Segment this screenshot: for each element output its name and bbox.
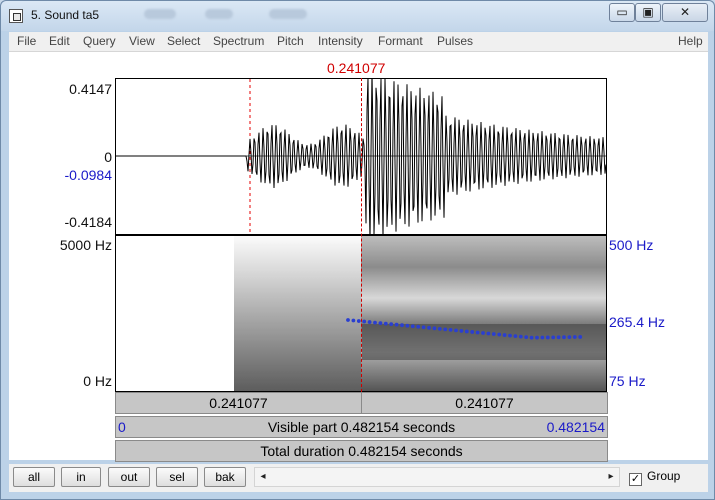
pitch-point [432, 326, 437, 331]
menu-pulses[interactable]: Pulses [437, 34, 473, 48]
pitch-point [551, 335, 556, 340]
pitch-point [540, 335, 545, 340]
group-checkbox[interactable]: ✓ [629, 473, 642, 486]
pitch-point [410, 324, 415, 329]
pitch-point [400, 323, 404, 328]
selection-time-row: 0.241077 0.241077 [115, 392, 608, 414]
pitch-point [427, 325, 431, 330]
pitch-top-label: 500 Hz [609, 237, 654, 253]
zoom-back-button[interactable]: bak [204, 467, 246, 487]
pitch-point [421, 325, 426, 330]
blurred-title-text [205, 9, 233, 19]
menu-pitch[interactable]: Pitch [277, 34, 304, 48]
pitch-point [351, 318, 356, 323]
pitch-point [529, 335, 534, 340]
visible-part-label: Visible part 0.482154 seconds [267, 419, 456, 435]
zoom-all-button[interactable]: all [13, 467, 55, 487]
title-bar[interactable]: 5. Sound ta5 ▭ ▣ ✕ [1, 1, 714, 31]
pitch-point [572, 335, 577, 339]
waveform-zero-label: 0 [104, 149, 112, 165]
pitch-current-label: 265.4 Hz [609, 314, 666, 330]
pitch-point [373, 320, 377, 325]
time-scrollbar[interactable]: ◂ ▸ [254, 467, 620, 487]
pitch-point [459, 329, 464, 333]
pitch-point [513, 334, 518, 339]
pitch-point [578, 335, 583, 339]
pitch-point [378, 321, 383, 326]
left-segment-duration[interactable]: 0.241077 [116, 393, 362, 413]
menu-bar: File Edit Query View Select Spectrum Pit… [9, 32, 708, 52]
spectrogram-bottom-label: 0 Hz [83, 373, 112, 389]
total-duration-label: Total duration 0.482154 seconds [260, 443, 463, 459]
praat-sound-window: 5. Sound ta5 ▭ ▣ ✕ File Edit Query View … [0, 0, 715, 500]
pitch-point [470, 330, 475, 334]
pitch-point [524, 335, 529, 340]
waveform-min-label: -0.4184 [64, 214, 112, 230]
zoom-in-button[interactable]: in [61, 467, 101, 487]
pitch-point [383, 321, 388, 326]
menu-formant[interactable]: Formant [378, 34, 423, 48]
pitch-point [486, 331, 491, 336]
close-button[interactable]: ✕ [662, 3, 708, 22]
bottom-toolbar: all in out sel bak ◂ ▸ ✓ Group [9, 464, 708, 492]
pitch-point [389, 322, 394, 327]
pitch-point [502, 333, 507, 337]
group-option[interactable]: ✓ Group [629, 469, 680, 486]
scroll-right-arrow-icon[interactable]: ▸ [603, 469, 619, 485]
blurred-title-text [144, 9, 176, 19]
menu-file[interactable]: File [17, 34, 36, 48]
menu-query[interactable]: Query [83, 34, 116, 48]
pitch-point [518, 334, 523, 339]
spectrogram-haze [234, 236, 606, 391]
pitch-point [475, 330, 480, 335]
total-duration-row[interactable]: Total duration 0.482154 seconds [115, 440, 608, 462]
pitch-point [567, 335, 572, 340]
visible-end-label: 0.482154 [546, 419, 605, 435]
cursor-time-label: 0.241077 [327, 60, 386, 76]
pitch-point [562, 335, 566, 340]
cursor-line [361, 78, 362, 392]
sound-editor-area: 0.241077 0.4147 0 -0.0984 -0.4184 5000 H… [9, 52, 708, 462]
pitch-point [491, 332, 496, 336]
waveform-max-label: 0.4147 [69, 81, 112, 97]
pitch-point [437, 326, 442, 331]
pitch-point [443, 327, 448, 332]
spectrogram-top-label: 5000 Hz [59, 237, 112, 253]
pitch-point [405, 323, 410, 328]
menu-intensity[interactable]: Intensity [318, 34, 363, 48]
pitch-point [346, 318, 350, 322]
visible-part-row[interactable]: 0 Visible part 0.482154 seconds 0.482154 [115, 416, 608, 438]
menu-help[interactable]: Help [678, 34, 703, 48]
pitch-point [362, 319, 367, 324]
pitch-bottom-label: 75 Hz [609, 373, 646, 389]
window-icon [9, 9, 23, 23]
menu-select[interactable]: Select [167, 34, 200, 48]
pitch-point [416, 324, 421, 329]
pitch-point [497, 332, 502, 337]
menu-view[interactable]: View [129, 34, 155, 48]
zoom-selection-button[interactable]: sel [156, 467, 198, 487]
pitch-point [545, 335, 550, 340]
pitch-point [556, 335, 561, 340]
maximize-button[interactable]: ▣ [635, 3, 661, 22]
blurred-title-text [269, 9, 307, 19]
pitch-point [448, 327, 453, 332]
pitch-point [535, 335, 539, 340]
right-segment-duration[interactable]: 0.241077 [362, 393, 607, 413]
menu-edit[interactable]: Edit [49, 34, 70, 48]
pitch-point [367, 320, 372, 324]
waveform-cursor-value-label: -0.0984 [64, 167, 112, 183]
zoom-out-button[interactable]: out [108, 467, 150, 487]
group-label: Group [647, 469, 681, 483]
pitch-point [464, 329, 469, 334]
pitch-point [508, 333, 512, 338]
menu-spectrum[interactable]: Spectrum [213, 34, 264, 48]
window-title: 5. Sound ta5 [31, 8, 100, 22]
minimize-button[interactable]: ▭ [609, 3, 635, 22]
pitch-point [454, 328, 458, 333]
pitch-point [394, 322, 399, 327]
scroll-left-arrow-icon[interactable]: ◂ [255, 469, 271, 485]
pitch-point [481, 331, 485, 335]
